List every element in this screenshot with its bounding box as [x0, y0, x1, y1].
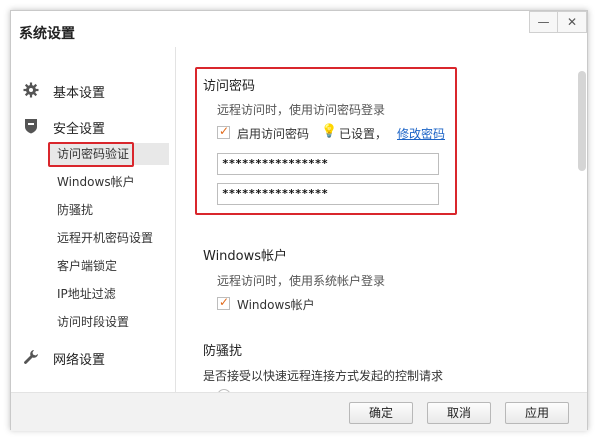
section-title-access-password: 访问密码	[203, 79, 256, 94]
title-bar: 系统设置 — ✕	[11, 11, 587, 47]
ok-button[interactable]: 确定	[349, 402, 413, 424]
settings-content: 访问密码 远程访问时，使用访问密码登录 启用访问密码 💡 已设置， 修改密码 *…	[175, 47, 575, 392]
section-title-windows-account: Windows帐户	[203, 249, 288, 264]
footer-bar: 确定 取消 应用	[11, 392, 587, 431]
windows-account-label: Windows帐户	[237, 298, 315, 312]
sidebar-subitem-ip-filter[interactable]: IP地址过滤	[57, 283, 116, 305]
sidebar-item-label: 安全设置	[53, 122, 106, 137]
close-button[interactable]: ✕	[557, 11, 587, 33]
sidebar-subitem-access-schedule[interactable]: 访问时段设置	[57, 311, 129, 333]
sidebar-subitem-remote-boot-password[interactable]: 远程开机密码设置	[57, 227, 153, 249]
gear-icon	[23, 82, 39, 98]
windows-account-checkbox[interactable]	[217, 295, 230, 310]
shield-icon	[25, 119, 37, 134]
windows-account-row: Windows帐户	[217, 295, 377, 312]
password-field[interactable]: ****************	[217, 153, 439, 175]
windows-account-description: 远程访问时，使用系统帐户登录	[217, 274, 386, 288]
enable-access-password-checkbox[interactable]	[217, 124, 230, 139]
sidebar-subitem-windows-account[interactable]: Windows帐户	[57, 171, 135, 193]
window-title: 系统设置	[19, 26, 75, 42]
minimize-button[interactable]: —	[529, 11, 557, 33]
lightbulb-icon: 💡	[321, 124, 338, 139]
access-password-description: 远程访问时，使用访问密码登录	[217, 103, 386, 117]
section-title-anti-harass: 防骚扰	[203, 344, 243, 359]
sidebar-subitem-client-lock[interactable]: 客户端锁定	[57, 255, 117, 277]
wrench-icon	[24, 350, 38, 364]
cancel-button[interactable]: 取消	[427, 402, 491, 424]
content-scrollbar[interactable]	[578, 71, 586, 171]
highlight-frame	[48, 142, 134, 167]
sidebar-item-label: 基本设置	[53, 86, 106, 101]
anti-harass-description: 是否接受以快速远程连接方式发起的控制请求	[203, 369, 444, 383]
enable-access-password-row: 启用访问密码 💡 已设置， 修改密码	[217, 124, 477, 142]
confirm-password-field[interactable]: ****************	[217, 183, 439, 205]
settings-window: 系统设置 — ✕ 基本设置 安全设置 访问密码验证 Windows帐户 防骚扰 …	[10, 10, 588, 431]
password-status-text: 已设置，	[339, 127, 388, 141]
sidebar-subitem-anti-harass[interactable]: 防骚扰	[57, 199, 93, 221]
sidebar-item-label: 网络设置	[53, 353, 106, 368]
apply-button[interactable]: 应用	[505, 402, 569, 424]
modify-password-link[interactable]: 修改密码	[397, 125, 445, 142]
sidebar: 基本设置 安全设置 访问密码验证 Windows帐户 防骚扰 远程开机密码设置 …	[11, 47, 176, 392]
enable-access-password-label: 启用访问密码	[237, 127, 310, 141]
